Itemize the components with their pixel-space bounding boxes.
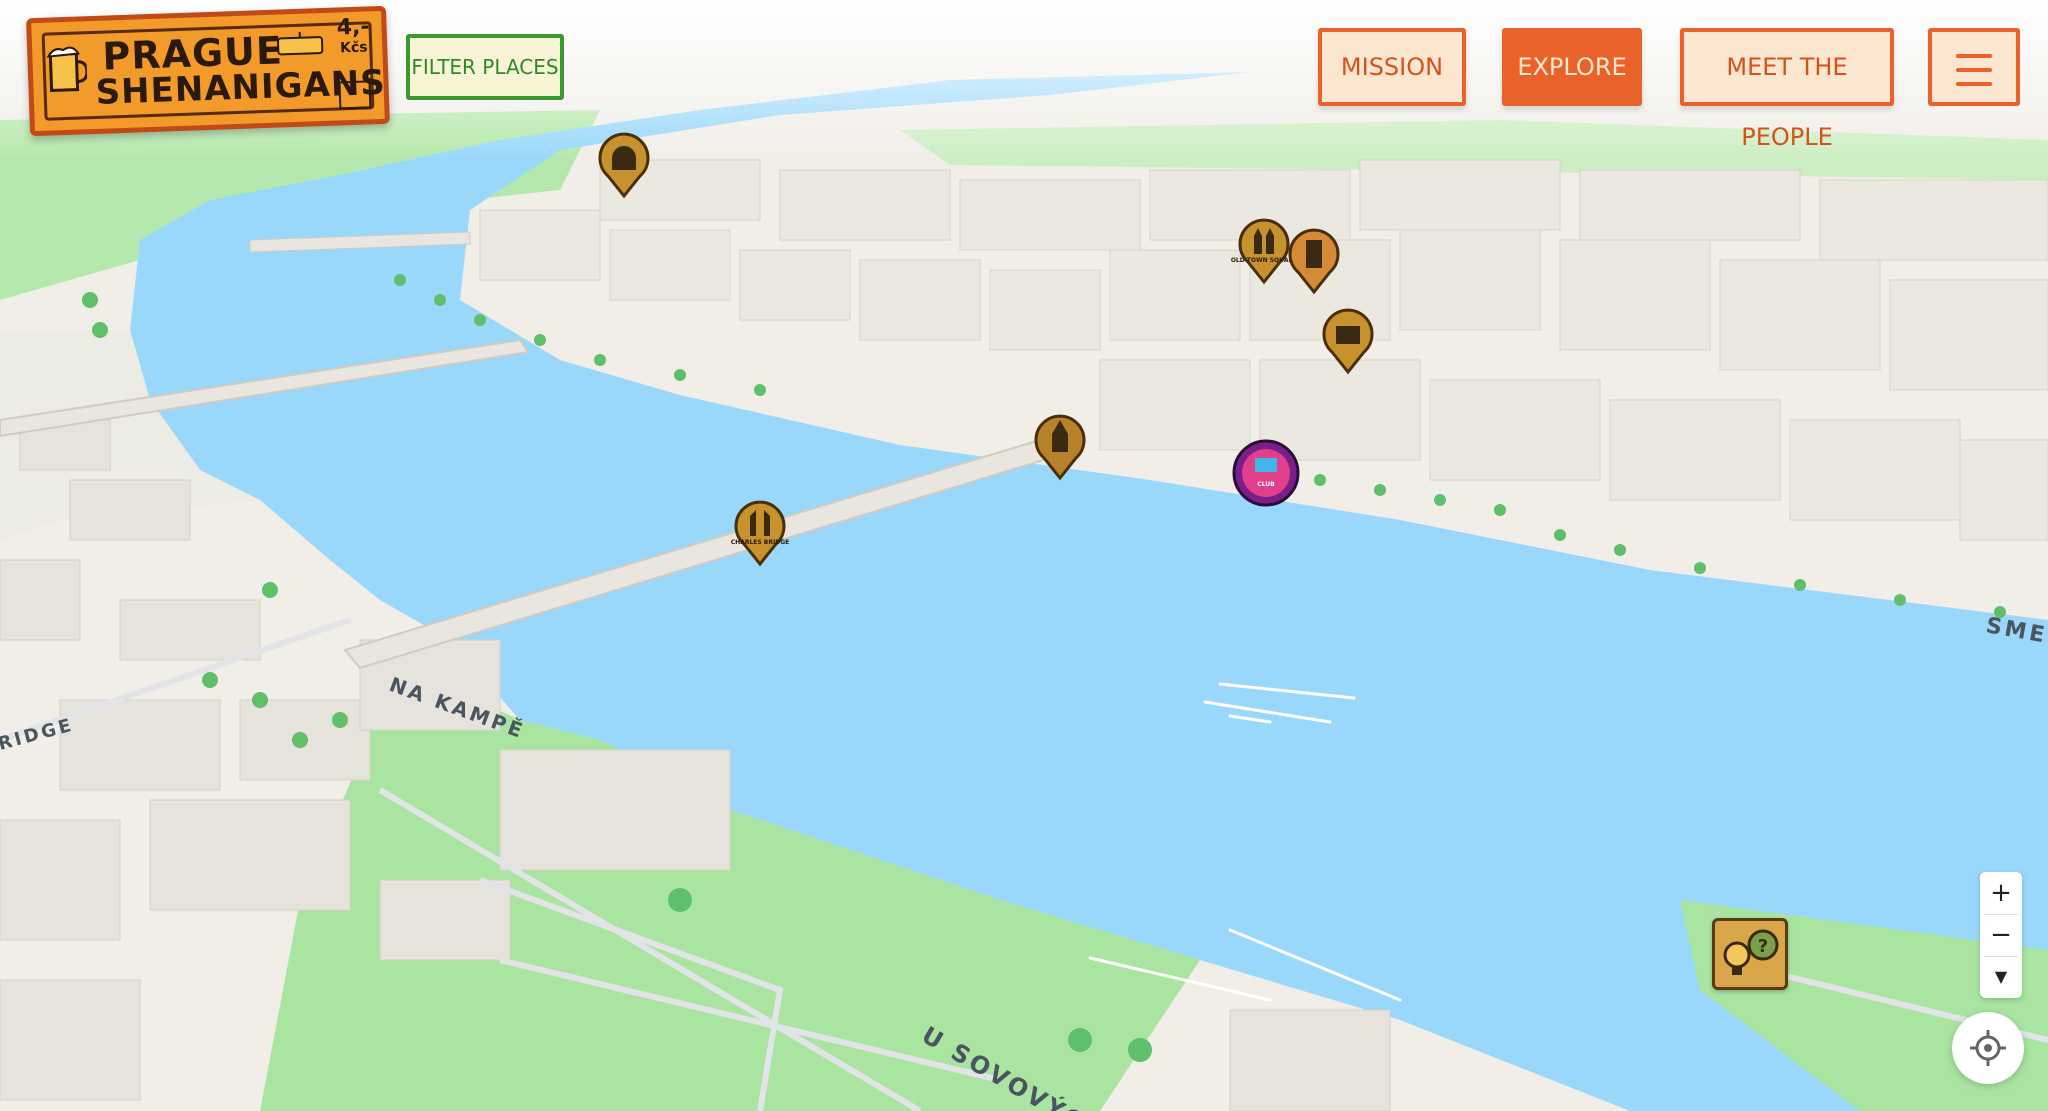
brand-logo[interactable]: PRAGUE SHENANIGANS 4,- Kčs [26,5,390,137]
logo-price-currency: Kčs [339,39,368,57]
compass-button[interactable]: ▼ [1980,956,2022,998]
charles-bridge-icon: CHARLES BRIDGE [731,500,789,567]
tower-icon [1288,228,1340,295]
ticket-stamp-icon [338,80,372,110]
marker-label: CLUB [1257,481,1275,488]
tips-button[interactable]: ? [1712,918,1788,990]
hamburger-menu-button[interactable] [1928,28,2020,106]
crosshair-icon [1970,1030,2006,1066]
menu-icon-bar [1956,54,1992,58]
church-marker[interactable] [1032,414,1088,481]
nav-explore-button[interactable]: EXPLORE [1502,28,1642,106]
zoom-in-button[interactable]: + [1980,872,2022,914]
tunnel-icon [598,132,650,199]
nav-meet-the-people-button[interactable]: MEET THE PEOPLE [1680,28,1894,151]
old-town-square-marker[interactable]: OLD TOWN SQUARE [1231,218,1297,285]
theatre-icon [1322,308,1374,375]
church-icon [1034,414,1086,481]
lightbulb-question-icon: ? [1723,929,1779,975]
theatre-marker[interactable] [1320,308,1376,375]
marker-label: CHARLES BRIDGE [731,539,789,546]
svg-text:?: ? [1758,936,1768,957]
geolocate-button[interactable] [1952,1012,2024,1084]
logo-price-value: 4,- [336,14,370,41]
old-town-square-icon: OLD TOWN SQUARE [1231,218,1297,285]
tower-marker[interactable] [1286,228,1342,295]
tram-icon [277,31,324,56]
nav-mission-button[interactable]: MISSION [1318,28,1466,106]
tunnel-marker[interactable] [596,132,652,199]
menu-icon-bar [1956,68,1992,72]
filter-places-button[interactable]: FILTER PLACES [406,34,564,100]
logo-price: 4,- Kčs [336,14,370,58]
club-marker[interactable]: CLUB [1231,438,1301,508]
beer-mug-icon [46,46,88,93]
menu-icon-bar [1956,82,1992,86]
zoom-out-button[interactable]: − [1980,914,2022,956]
charles-bridge-marker[interactable]: CHARLES BRIDGE [731,500,789,567]
club-icon: CLUB [1232,439,1300,507]
zoom-controls: + − ▼ [1980,872,2022,998]
